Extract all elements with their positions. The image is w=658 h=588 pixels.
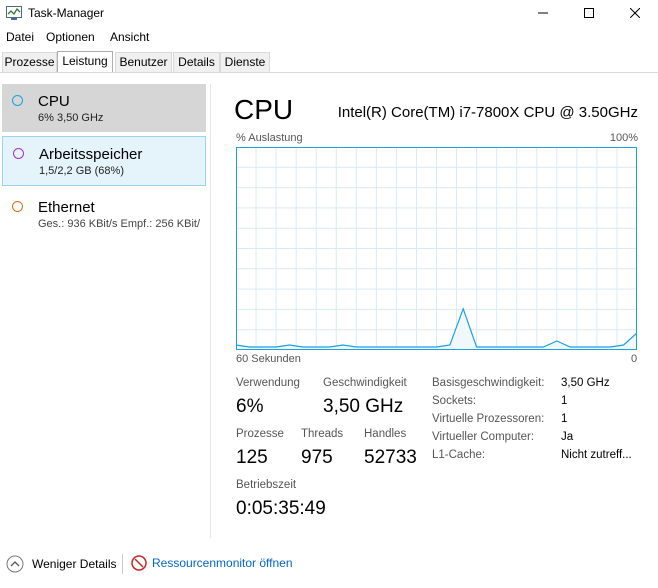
info-label: Virtuelle Prozessoren:	[432, 413, 545, 425]
footer: Weniger Details Ressourcenmonitor öffnen	[0, 550, 658, 580]
tab-prozesse[interactable]: Prozesse	[2, 52, 57, 72]
sidebar-item-sub: Ges.: 936 KBit/s Empf.: 256 KBit/	[38, 218, 201, 230]
tab-bar: Prozesse Leistung Benutzer Details Diens…	[0, 51, 658, 73]
info-value: Nicht zutreff...	[561, 449, 632, 461]
tab-details[interactable]: Details	[173, 52, 220, 72]
info-label: Virtueller Computer:	[432, 431, 535, 443]
sidebar-item-label: CPU	[38, 93, 70, 110]
maximize-icon	[584, 8, 594, 18]
graph-label-left: % Auslastung	[236, 132, 303, 144]
info-label: L1-Cache:	[432, 449, 486, 461]
minimize-button[interactable]	[520, 0, 566, 26]
menu-optionen[interactable]: Optionen	[46, 30, 95, 44]
uptime-value: 0:05:35:49	[236, 498, 326, 519]
footer-divider	[122, 554, 123, 574]
cpu-circle-icon	[12, 95, 23, 106]
cpu-usage-graph	[236, 147, 637, 350]
info-label: Sockets:	[432, 395, 477, 407]
sidebar-item-sub: 1,5/2,2 GB (68%)	[39, 165, 124, 177]
menu-datei[interactable]: Datei	[6, 30, 34, 44]
processes-label: Prozesse	[236, 428, 284, 440]
memory-circle-icon	[13, 148, 24, 159]
threads-label: Threads	[301, 428, 344, 440]
less-details-button[interactable]: Weniger Details	[6, 555, 116, 573]
info-label: Basisgeschwindigkeit:	[432, 377, 545, 389]
close-icon	[630, 8, 640, 18]
ethernet-circle-icon	[12, 201, 23, 212]
tab-benutzer[interactable]: Benutzer	[115, 52, 172, 72]
chevron-up-circle-icon	[6, 555, 24, 573]
speed-label: Geschwindigkeit	[323, 377, 407, 389]
usage-value: 6%	[236, 396, 264, 417]
sidebar: CPU 6% 3,50 GHz Arbeitsspeicher 1,5/2,2 …	[0, 84, 211, 538]
sidebar-item-label: Arbeitsspeicher	[39, 146, 143, 163]
sidebar-item-label: Ethernet	[38, 199, 95, 216]
resource-monitor-icon	[131, 555, 147, 571]
minimize-icon	[538, 12, 548, 14]
info-value: 3,50 GHz	[561, 377, 610, 389]
title-bar: Task-Manager	[0, 0, 658, 26]
maximize-button[interactable]	[566, 0, 612, 26]
window-title: Task-Manager	[28, 6, 105, 20]
speed-value: 3,50 GHz	[323, 396, 404, 417]
uptime-label: Betriebszeit	[236, 479, 297, 491]
page-title: CPU	[234, 94, 294, 125]
handles-label: Handles	[364, 428, 407, 440]
close-button[interactable]	[612, 0, 658, 26]
info-value: 1	[561, 413, 568, 425]
graph-axis-right: 0	[631, 353, 638, 365]
tab-dienste[interactable]: Dienste	[220, 52, 270, 72]
threads-value: 975	[301, 447, 333, 468]
graph-grid	[236, 147, 637, 350]
resource-monitor-label: Ressourcenmonitor öffnen	[152, 556, 293, 570]
sidebar-item-sub: 6% 3,50 GHz	[38, 112, 104, 124]
menu-ansicht[interactable]: Ansicht	[110, 30, 149, 44]
handles-value: 52733	[364, 447, 417, 468]
less-details-label: Weniger Details	[32, 557, 117, 571]
info-value: Ja	[561, 431, 574, 443]
cpu-model: Intel(R) Core(TM) i7-7800X CPU @ 3.50GHz	[337, 104, 638, 121]
sidebar-item-memory[interactable]: Arbeitsspeicher 1,5/2,2 GB (68%)	[2, 136, 206, 186]
tab-leistung[interactable]: Leistung	[57, 51, 113, 72]
usage-label: Verwendung	[236, 377, 300, 389]
resource-monitor-link[interactable]: Ressourcenmonitor öffnen	[131, 555, 293, 571]
sidebar-item-ethernet[interactable]: Ethernet Ges.: 936 KBit/s Empf.: 256 KBi…	[2, 190, 206, 238]
sidebar-item-cpu[interactable]: CPU 6% 3,50 GHz	[2, 84, 206, 132]
graph-axis-left: 60 Sekunden	[236, 353, 301, 365]
processes-value: 125	[236, 447, 268, 468]
info-value: 1	[561, 395, 568, 407]
graph-label-right: 100%	[609, 132, 638, 144]
task-manager-icon	[6, 6, 22, 20]
